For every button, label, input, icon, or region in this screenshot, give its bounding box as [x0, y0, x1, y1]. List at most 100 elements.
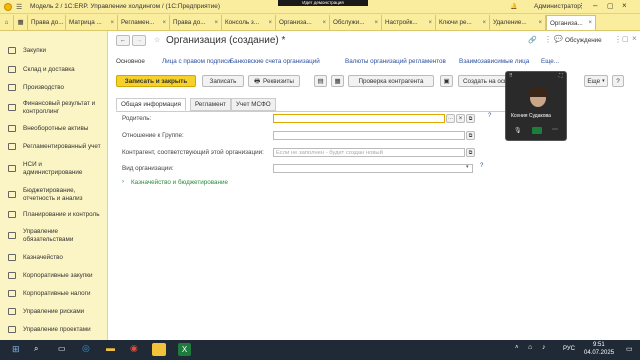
tab-item[interactable]: Матрица ... ×: [66, 15, 118, 30]
tab-item-active[interactable]: Организа... ×: [546, 15, 596, 30]
sidebar-item-fixed-assets[interactable]: Внеоборотные активы: [0, 125, 88, 133]
network-icon[interactable]: ⌂: [528, 344, 532, 351]
video-call-overlay[interactable]: ⠿ ⛶ Ксения Судакова 🎙 ⋯: [505, 71, 567, 141]
subtab-ifrs[interactable]: Учет МСФО: [231, 98, 276, 111]
counterparty-input[interactable]: Если не заполнен - будет создан новый: [273, 148, 465, 157]
sidebar-item-corp-taxes[interactable]: Корпоративные налоги: [0, 290, 91, 298]
sidebar-item-budgeting[interactable]: Бюджетирование, отчетность и анализ: [0, 187, 100, 202]
parent-choose-button[interactable]: ⋯: [446, 114, 455, 123]
minimize-icon[interactable]: –: [593, 1, 597, 10]
close-tab-icon[interactable]: ×: [371, 20, 378, 26]
expand-icon[interactable]: ▢: [622, 35, 629, 43]
nav-bank-accounts[interactable]: Банковские счета организаций: [230, 58, 320, 65]
nav-more[interactable]: Еще...: [541, 58, 559, 65]
sidebar-item-obligations[interactable]: Управление обязательствами: [0, 228, 86, 243]
home-tab[interactable]: ⌂: [0, 15, 14, 30]
volume-icon[interactable]: ♪: [542, 344, 546, 351]
close-tab-icon[interactable]: ×: [585, 20, 592, 26]
close-form-icon[interactable]: ×: [632, 34, 637, 43]
parent-help-icon[interactable]: ?: [488, 113, 491, 119]
maximize-icon[interactable]: ▢: [607, 2, 614, 10]
tab-item[interactable]: Регламен... ×: [118, 15, 170, 30]
close-tab-icon[interactable]: ×: [159, 20, 166, 26]
search-icon[interactable]: ⌕: [34, 344, 38, 354]
close-tab-icon[interactable]: ×: [425, 20, 432, 26]
close-tab-icon[interactable]: ×: [479, 20, 486, 26]
file-explorer-icon[interactable]: ▬: [106, 343, 115, 353]
nav-signatories[interactable]: Лица с правом подписи: [162, 58, 231, 65]
save-close-button[interactable]: Записать и закрыть: [116, 75, 196, 87]
close-tab-icon[interactable]: ×: [535, 20, 542, 26]
requisites-button[interactable]: 🖶 Реквизиты: [248, 75, 300, 87]
org-type-select[interactable]: [273, 164, 473, 173]
more-button[interactable]: Еще ▾: [584, 75, 608, 87]
clock-date[interactable]: 04.07.2025: [584, 350, 614, 356]
sidebar-item-planning[interactable]: Планирование и контроль: [0, 211, 100, 219]
chrome-icon[interactable]: ◉: [130, 343, 138, 354]
treasury-budgeting-group[interactable]: Казначейство и бюджетирование: [131, 179, 228, 186]
help-button[interactable]: ?: [612, 75, 624, 87]
sidebar-item-reg-accounting[interactable]: Регламентированный учет: [0, 143, 101, 151]
back-button[interactable]: ←: [116, 35, 130, 46]
close-tab-icon[interactable]: ×: [319, 20, 326, 26]
nav-main[interactable]: Основное: [116, 58, 145, 65]
close-window-icon[interactable]: ×: [622, 1, 627, 10]
sidebar-item-treasury[interactable]: Казначейство: [0, 254, 63, 262]
parent-input[interactable]: [273, 114, 445, 123]
sidebar-item-corp-purchases[interactable]: Корпоративные закупки: [0, 272, 93, 280]
sidebar-item-risk[interactable]: Управление рисками: [0, 308, 84, 316]
tab-item[interactable]: Обслужи... ×: [330, 15, 382, 30]
tab-item[interactable]: Права до...×: [170, 15, 222, 30]
chevron-down-icon[interactable]: ▾: [466, 164, 469, 170]
save-button[interactable]: Записать: [202, 75, 244, 87]
tab-item[interactable]: Права до...×: [28, 15, 66, 30]
report-button[interactable]: ▤: [314, 75, 327, 87]
user-name[interactable]: Администратор: [534, 3, 581, 10]
microphone-icon[interactable]: 🎙: [514, 127, 522, 134]
more-options-icon[interactable]: ⋯: [552, 126, 558, 133]
nav-related-persons[interactable]: Взаимозависимые лица: [459, 58, 529, 65]
discussion-link[interactable]: Обсуждение: [565, 37, 602, 44]
task-view-icon[interactable]: ▭: [58, 344, 66, 353]
tab-item[interactable]: Удаление... ×: [490, 15, 546, 30]
tab-item[interactable]: Организа... ×: [276, 15, 330, 30]
form-menu-icon[interactable]: ⋮: [614, 35, 622, 44]
tab-item[interactable]: Консоль з... ×: [222, 15, 276, 30]
tab-item[interactable]: Настройк... ×: [382, 15, 436, 30]
tab-item[interactable]: Ключи ре... ×: [436, 15, 490, 30]
more-vertical-icon[interactable]: ⋮: [544, 35, 552, 44]
link-icon[interactable]: 🔗: [528, 36, 537, 44]
parent-open-button[interactable]: ⧉: [466, 114, 475, 123]
sidebar-item-nsi[interactable]: НСИ и администрирование: [0, 161, 92, 176]
sidebar-item-finresult[interactable]: Финансовый результат и контроллинг: [0, 100, 100, 115]
edge-browser-icon[interactable]: ◎: [82, 343, 90, 354]
sidebar-item-production[interactable]: Производство: [0, 84, 64, 92]
favorite-star-icon[interactable]: ☆: [154, 36, 160, 44]
clock-time[interactable]: 9:51: [593, 342, 605, 348]
excel-icon[interactable]: X: [178, 343, 191, 356]
language-indicator[interactable]: РУС: [563, 346, 575, 352]
sidebar-item-purchases[interactable]: Закупки: [0, 47, 46, 55]
document-button[interactable]: ▦: [331, 75, 344, 87]
sidebar-item-warehouse[interactable]: Склад и доставка: [0, 66, 75, 74]
group-relation-input[interactable]: [273, 131, 465, 140]
check-counterparty-button[interactable]: Проверка контрагента: [348, 75, 434, 87]
windows-start-icon[interactable]: ⊞: [12, 344, 20, 355]
close-tab-icon[interactable]: ×: [265, 20, 272, 26]
tray-arrow-icon[interactable]: ˄: [515, 345, 519, 351]
fullscreen-icon[interactable]: ⛶: [559, 73, 563, 79]
1c-app-icon[interactable]: [152, 343, 166, 356]
subtab-reglament[interactable]: Регламент: [190, 98, 231, 111]
forward-button[interactable]: →: [132, 35, 146, 46]
attachments-button[interactable]: ▣: [440, 75, 453, 87]
drag-handle-icon[interactable]: ⠿: [509, 73, 513, 79]
sidebar-item-projects[interactable]: Управление проектами: [0, 326, 91, 334]
nav-currencies[interactable]: Валюты организаций регламентов: [345, 58, 446, 65]
settings-icon[interactable]: ⋮: [578, 2, 585, 10]
parent-clear-button[interactable]: ×: [456, 114, 465, 123]
menu-icon[interactable]: ☰: [16, 3, 22, 11]
group-relation-open-button[interactable]: ⧉: [466, 131, 475, 140]
bell-icon[interactable]: 🔔: [510, 3, 517, 10]
counterparty-open-button[interactable]: ⧉: [466, 148, 475, 157]
camera-icon[interactable]: [532, 127, 542, 134]
